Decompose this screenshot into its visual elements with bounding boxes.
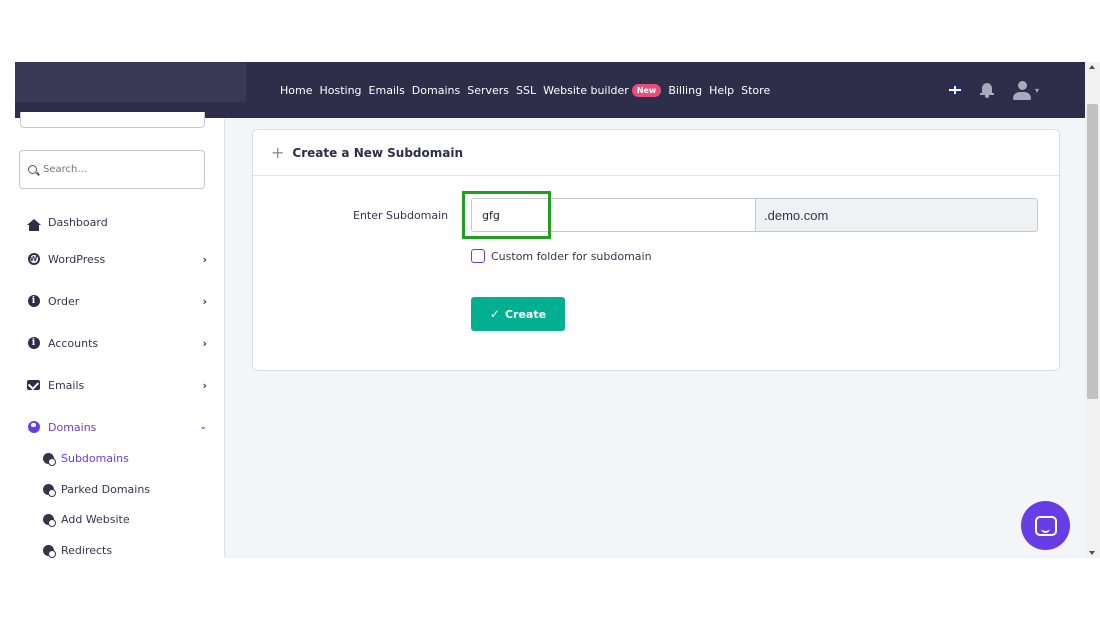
sidebar-item-label: WordPress (48, 252, 106, 266)
browser-viewport: Home Hosting Emails Domains Servers SSL … (15, 62, 1100, 558)
wordpress-icon: W (27, 253, 40, 266)
nav-ssl[interactable]: SSL (516, 84, 536, 97)
nav-website-builder[interactable]: Website builder New (543, 83, 662, 97)
subdomain-input[interactable] (471, 198, 755, 232)
main-nav: Home Hosting Emails Domains Servers SSL … (280, 62, 777, 118)
logo-area (15, 62, 246, 102)
chevron-right-icon: › (202, 378, 207, 392)
chat-bubble-button[interactable] (1021, 501, 1070, 550)
nav-home[interactable]: Home (280, 84, 312, 97)
chevron-down-icon: ⌄ (199, 422, 207, 432)
nav-help[interactable]: Help (709, 84, 734, 97)
search-input[interactable] (43, 164, 183, 175)
nav-right-tools: ▾ (949, 62, 1039, 118)
page-scrollbar[interactable] (1085, 62, 1100, 558)
chevron-right-icon: › (202, 336, 207, 350)
sidebar-item-accounts[interactable]: i Accounts › (27, 333, 207, 353)
sidebar-item-emails[interactable]: Emails › (27, 375, 207, 395)
envelope-icon (27, 379, 40, 392)
create-subdomain-card: + Create a New Subdomain Enter Subdomain… (252, 129, 1060, 371)
sidebar-item-label: Domains (48, 420, 97, 434)
scroll-down-arrow-icon[interactable] (1089, 551, 1095, 555)
nav-emails[interactable]: Emails (369, 84, 405, 97)
nav-store[interactable]: Store (741, 84, 770, 97)
sidebar: Dashboard W WordPress › i Order › i Acco… (15, 112, 225, 558)
home-icon (26, 216, 41, 231)
info-icon: i (27, 337, 40, 350)
check-icon: ✓ (489, 307, 500, 321)
chat-icon (1034, 515, 1057, 536)
create-button-label: Create (504, 307, 547, 321)
sidebar-top-field[interactable] (20, 112, 205, 128)
sidebar-item-wordpress[interactable]: W WordPress › (27, 249, 207, 269)
chevron-right-icon: › (202, 252, 207, 266)
plus-icon: + (271, 143, 285, 162)
sidebar-subitem-label: Add Website (61, 512, 130, 526)
sidebar-item-label: Accounts (48, 336, 99, 350)
scroll-up-arrow-icon[interactable] (1089, 65, 1095, 69)
sidebar-item-label: Emails (48, 378, 85, 392)
sidebar-item-label: Dashboard (48, 215, 108, 229)
sidebar-item-domains[interactable]: Domains ⌄ (27, 417, 207, 437)
sidebar-subitem-redirects[interactable]: Redirects (43, 542, 112, 558)
search-box[interactable] (19, 150, 205, 189)
nav-billing[interactable]: Billing (668, 84, 702, 97)
sidebar-subitem-label: Parked Domains (61, 482, 151, 496)
nav-hosting[interactable]: Hosting (319, 84, 361, 97)
globe-gear-icon (43, 544, 56, 558)
globe-icon (27, 421, 40, 434)
subdomain-field-group: .demo.com (471, 198, 1038, 232)
scroll-thumb[interactable] (1087, 104, 1098, 399)
sidebar-item-dashboard[interactable]: Dashboard (26, 212, 207, 232)
nav-domains[interactable]: Domains (412, 84, 460, 97)
globe-gear-icon (43, 483, 56, 497)
subdomain-label: Enter Subdomain (353, 209, 449, 222)
chevron-down-icon: ▾ (1035, 85, 1040, 95)
sidebar-subitem-parked-domains[interactable]: Parked Domains (43, 481, 150, 497)
bell-icon[interactable] (979, 81, 995, 99)
custom-folder-checkbox[interactable] (471, 249, 485, 263)
info-icon: i (27, 295, 40, 308)
create-button[interactable]: ✓ Create (471, 297, 565, 331)
nav-servers[interactable]: Servers (467, 84, 509, 97)
domain-suffix: .demo.com (755, 198, 1038, 232)
sidebar-item-label: Order (48, 294, 80, 308)
sidebar-subitem-label: Redirects (61, 543, 113, 557)
card-header: + Create a New Subdomain (253, 130, 1059, 176)
sidebar-subitem-label: Subdomains (61, 451, 129, 465)
sidebar-item-order[interactable]: i Order › (27, 291, 207, 311)
chevron-right-icon: › (202, 294, 207, 308)
custom-folder-option[interactable]: Custom folder for subdomain (471, 249, 652, 263)
user-icon (1013, 80, 1031, 100)
nav-website-builder-label: Website builder (543, 83, 629, 97)
search-icon (28, 165, 37, 174)
custom-folder-label: Custom folder for subdomain (491, 249, 652, 263)
sidebar-subitem-add-website[interactable]: Add Website (43, 511, 130, 527)
sidebar-subitem-subdomains[interactable]: Subdomains (43, 450, 129, 466)
card-title: Create a New Subdomain (292, 145, 464, 160)
new-badge: New (631, 83, 662, 97)
uk-flag-icon[interactable] (949, 86, 961, 94)
user-menu[interactable]: ▾ (1013, 80, 1040, 100)
top-navbar: Home Hosting Emails Domains Servers SSL … (15, 62, 1085, 118)
globe-gear-icon (43, 513, 56, 527)
globe-gear-icon (43, 452, 56, 466)
